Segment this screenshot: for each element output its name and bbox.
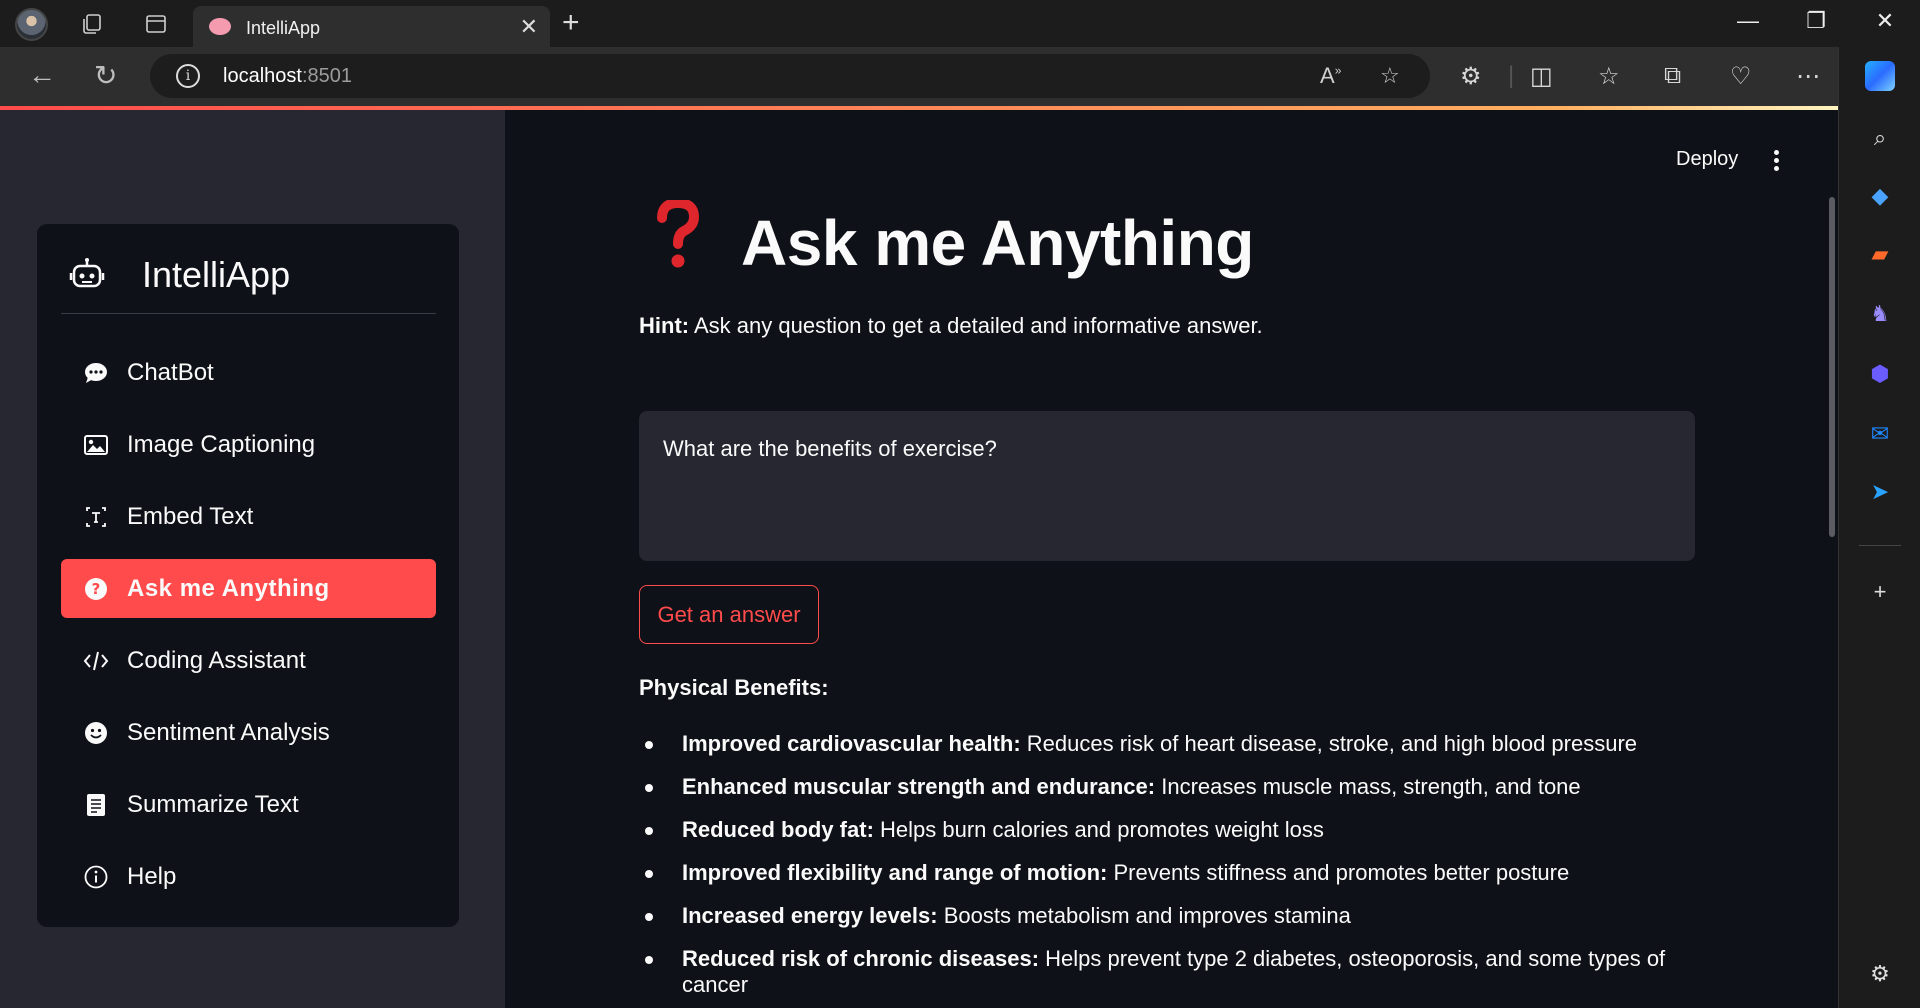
list-item: Improved cardiovascular health: Reduces …: [639, 731, 1709, 774]
new-tab-button[interactable]: +: [562, 6, 580, 40]
chat-icon: [83, 360, 109, 386]
browser-tab-bar: IntelliApp ✕ + — ❐ ✕: [0, 0, 1920, 47]
list-item: Improved flexibility and range of motion…: [639, 860, 1709, 903]
menu-item-embed-text[interactable]: Embed Text: [61, 487, 436, 546]
favorites-icon[interactable]: ☆: [1598, 62, 1620, 91]
svg-text:?: ?: [92, 580, 101, 598]
browser-essentials-icon[interactable]: ♡: [1730, 62, 1752, 91]
question-circle-icon: ?: [83, 576, 109, 602]
image-icon: [83, 432, 109, 458]
toolbar-divider: |: [1508, 62, 1515, 89]
tab-actions-icon[interactable]: [141, 9, 171, 39]
menu-item-help[interactable]: Help: [61, 847, 436, 906]
menu-item-label: Image Captioning: [127, 430, 316, 458]
menu-item-label: Ask me Anything: [127, 574, 330, 602]
menu-item-coding-assistant[interactable]: Coding Assistant: [61, 631, 436, 690]
microsoft-365-icon[interactable]: ⬢: [1865, 359, 1895, 389]
info-icon: [83, 864, 109, 890]
copilot-icon[interactable]: [1865, 61, 1895, 91]
menu-item-label: Sentiment Analysis: [127, 718, 330, 746]
smiley-icon: [83, 720, 109, 746]
favorite-star-icon[interactable]: ☆: [1380, 63, 1400, 89]
back-button[interactable]: ←: [28, 59, 56, 91]
menu-item-label: Summarize Text: [127, 790, 299, 818]
browser-toolbar: ← ↻ i localhost:8501 A» ☆ ⚙ | ◫ ☆ ⧉ ♡ ⋯: [0, 47, 1920, 106]
add-sidebar-app-icon[interactable]: +: [1865, 577, 1895, 607]
search-icon[interactable]: ⌕: [1865, 123, 1895, 153]
minimize-button[interactable]: —: [1718, 8, 1778, 34]
menu-item-label: Coding Assistant: [127, 646, 306, 674]
menu-item-summarize-text[interactable]: Summarize Text: [61, 775, 436, 834]
menu-item-label: Help: [127, 862, 177, 890]
menu-item-ask-me-anything[interactable]: ? Ask me Anything: [61, 559, 436, 618]
menu-item-label: ChatBot: [127, 358, 214, 386]
list-item: Enhanced muscular strength and endurance…: [639, 774, 1709, 817]
answer-section-heading: Physical Benefits:: [639, 675, 829, 700]
read-aloud-icon[interactable]: A»: [1320, 63, 1341, 89]
games-icon[interactable]: ♞: [1865, 299, 1895, 329]
list-item: Increased energy levels: Boosts metaboli…: [639, 903, 1709, 946]
menu-item-image-captioning[interactable]: Image Captioning: [61, 415, 436, 474]
navigation-menu: IntelliApp ChatBot Image Captioning Embe…: [37, 224, 459, 927]
extensions-icon[interactable]: ⚙: [1460, 62, 1482, 91]
close-tab-icon[interactable]: ✕: [520, 14, 538, 40]
main-scrollbar[interactable]: [1829, 197, 1835, 537]
workspaces-icon[interactable]: [77, 9, 107, 39]
menu-item-sentiment-analysis[interactable]: Sentiment Analysis: [61, 703, 436, 762]
tab-title: IntelliApp: [246, 18, 321, 38]
brain-favicon-icon: [209, 18, 231, 35]
app-sidebar: IntelliApp ChatBot Image Captioning Embe…: [0, 110, 505, 1008]
drop-send-icon[interactable]: ➤: [1865, 477, 1895, 507]
more-options-icon[interactable]: ⋯: [1796, 62, 1820, 91]
list-item: Reduced risk of chronic diseases: Helps …: [639, 946, 1709, 998]
get-answer-button[interactable]: Get an answer: [639, 585, 819, 644]
benefits-list: Improved cardiovascular health: Reduces …: [639, 731, 1709, 998]
site-info-icon[interactable]: i: [176, 64, 200, 88]
code-icon: [83, 648, 109, 674]
list-item: Reduced body fat: Helps burn calories an…: [639, 817, 1709, 860]
hint-text: Hint: Ask any question to get a detailed…: [639, 313, 1263, 339]
profile-avatar[interactable]: [15, 8, 48, 41]
collections-icon[interactable]: ⧉: [1664, 62, 1681, 90]
red-question-mark-icon: [656, 197, 700, 283]
close-window-button[interactable]: ✕: [1855, 8, 1915, 34]
split-screen-icon[interactable]: ◫: [1530, 62, 1553, 91]
text-embed-icon: [83, 504, 109, 530]
document-icon: [83, 792, 109, 818]
hint-label: Hint:: [639, 313, 690, 338]
page-title: Ask me Anything: [741, 207, 1254, 279]
menu-header: IntelliApp: [61, 252, 436, 314]
robot-icon: [69, 258, 105, 288]
tools-briefcase-icon[interactable]: ▰: [1865, 239, 1895, 269]
menu-item-label: Embed Text: [127, 502, 254, 530]
question-input[interactable]: What are the benefits of exercise?: [639, 411, 1695, 561]
hint-body: Ask any question to get a detailed and i…: [689, 313, 1263, 338]
edge-sidebar: ⌕ ◆ ▰ ♞ ⬢ ✉ ➤ + ⚙: [1838, 47, 1920, 1008]
app-brand-title: IntelliApp: [142, 254, 291, 295]
deploy-button[interactable]: Deploy: [1676, 148, 1738, 171]
restore-button[interactable]: ❐: [1786, 8, 1846, 34]
main-menu-icon[interactable]: [1774, 150, 1780, 172]
address-bar[interactable]: i localhost:8501 A» ☆: [150, 54, 1430, 98]
sidebar-divider: [1859, 545, 1901, 546]
url-text: localhost:8501: [223, 65, 352, 87]
outlook-icon[interactable]: ✉: [1865, 419, 1895, 449]
active-browser-tab[interactable]: IntelliApp ✕: [193, 6, 550, 47]
sidebar-settings-icon[interactable]: ⚙: [1865, 959, 1895, 989]
menu-item-chatbot[interactable]: ChatBot: [61, 343, 436, 402]
shopping-tag-icon[interactable]: ◆: [1865, 181, 1895, 211]
refresh-button[interactable]: ↻: [94, 59, 117, 92]
